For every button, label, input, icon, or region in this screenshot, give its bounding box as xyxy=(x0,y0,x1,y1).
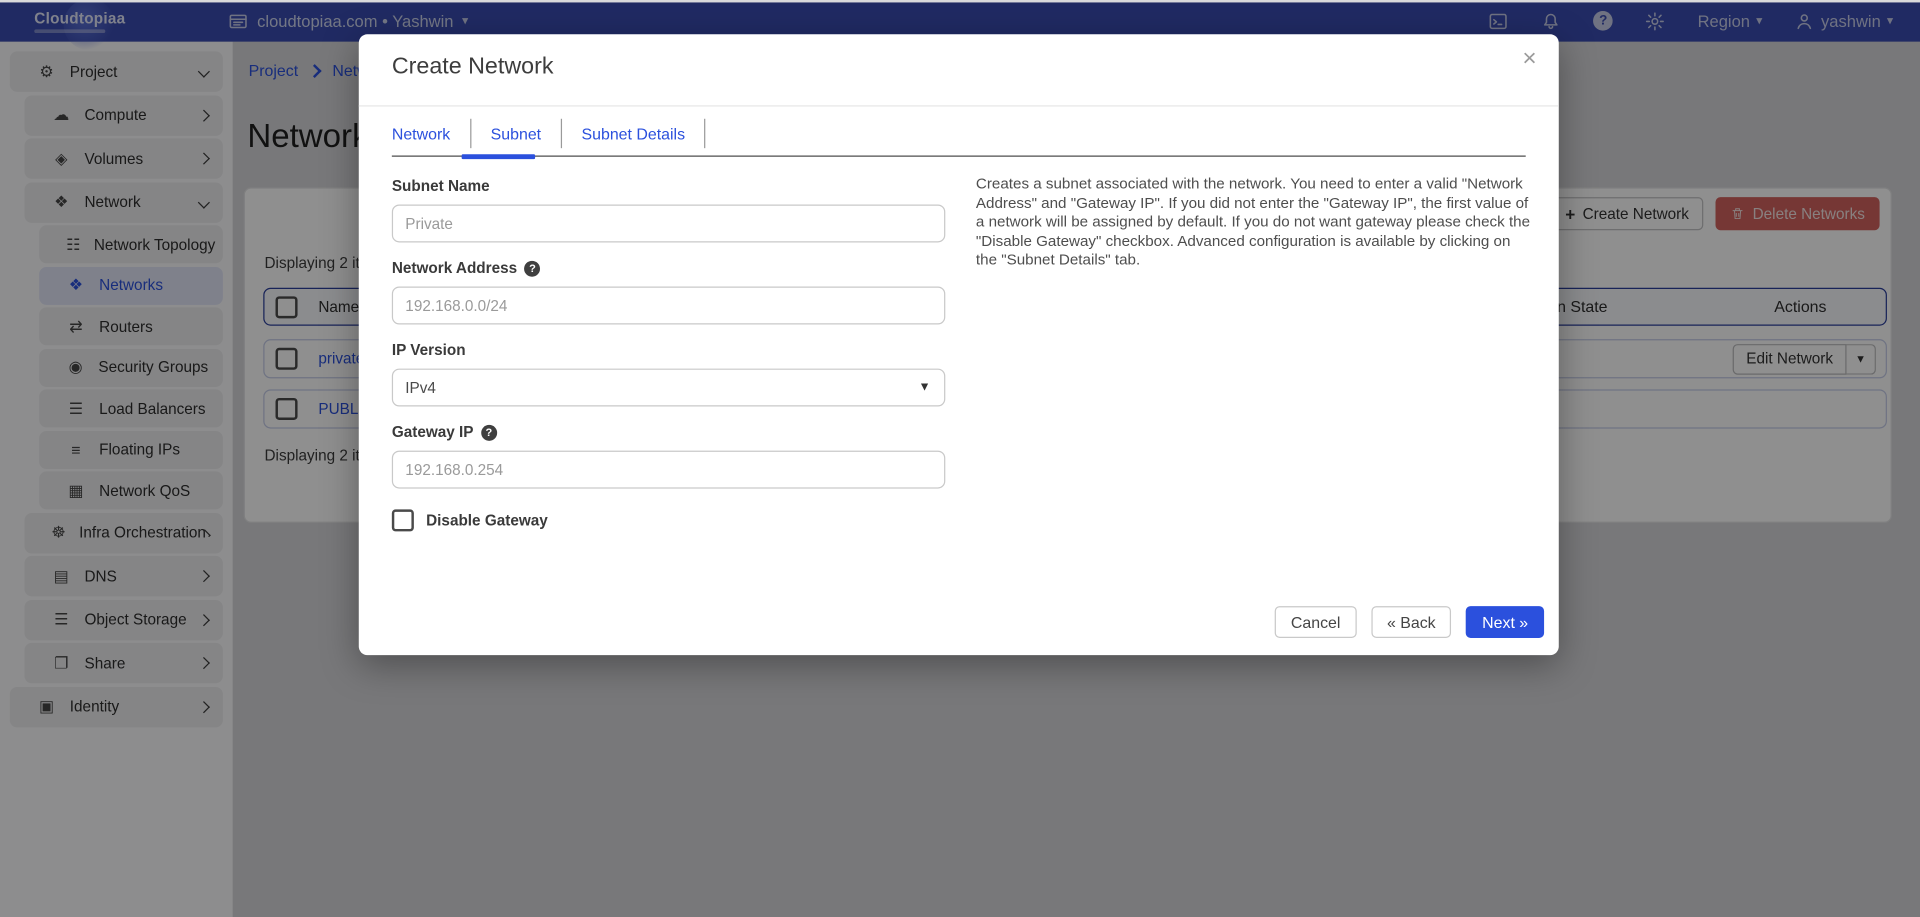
tab-divider xyxy=(705,119,706,148)
modal-header: Create Network × xyxy=(359,34,1559,106)
modal-tabs: Network Subnet Subnet Details xyxy=(392,119,1526,148)
screen: Cloudtopiaa cloudtopiaa.com • Yashwin ▾ … xyxy=(0,0,1920,917)
tab-divider xyxy=(470,119,471,148)
subnet-help-text: Creates a subnet associated with the net… xyxy=(976,175,1534,270)
tab-subnet-details[interactable]: Subnet Details xyxy=(581,124,685,142)
back-button[interactable]: « Back xyxy=(1371,606,1452,638)
help-tooltip-icon[interactable]: ? xyxy=(481,424,497,440)
gateway-ip-label: Gateway IP ? xyxy=(392,424,945,441)
modal-title: Create Network xyxy=(392,54,554,81)
modal-footer: Cancel « Back Next » xyxy=(1275,606,1544,638)
disable-gateway-option[interactable]: Disable Gateway xyxy=(392,509,945,531)
disable-gateway-checkbox[interactable] xyxy=(392,509,414,531)
create-network-modal: Create Network × Network Subnet Subnet D… xyxy=(359,34,1559,655)
cancel-button[interactable]: Cancel xyxy=(1275,606,1356,638)
ip-version-label: IP Version xyxy=(392,342,945,359)
disable-gateway-label: Disable Gateway xyxy=(426,512,548,529)
subnet-name-input[interactable] xyxy=(392,204,945,242)
tab-network[interactable]: Network xyxy=(392,124,450,142)
chevron-down-icon: ▼ xyxy=(918,381,930,394)
help-tooltip-icon[interactable]: ? xyxy=(525,260,541,276)
tab-subnet[interactable]: Subnet xyxy=(491,124,541,142)
gateway-ip-input[interactable] xyxy=(392,451,945,489)
subnet-name-label: Subnet Name xyxy=(392,178,945,195)
top-edge-strip xyxy=(0,0,1920,2)
network-address-label: Network Address ? xyxy=(392,260,945,277)
next-button[interactable]: Next » xyxy=(1466,606,1544,638)
tab-divider xyxy=(561,119,562,148)
close-icon[interactable]: × xyxy=(1518,42,1542,76)
network-address-input[interactable] xyxy=(392,287,945,325)
ip-version-select[interactable]: IPv4 ▼ xyxy=(392,369,945,407)
subnet-tab-panel: Subnet Name Network Address ? IP Version… xyxy=(359,148,1559,531)
